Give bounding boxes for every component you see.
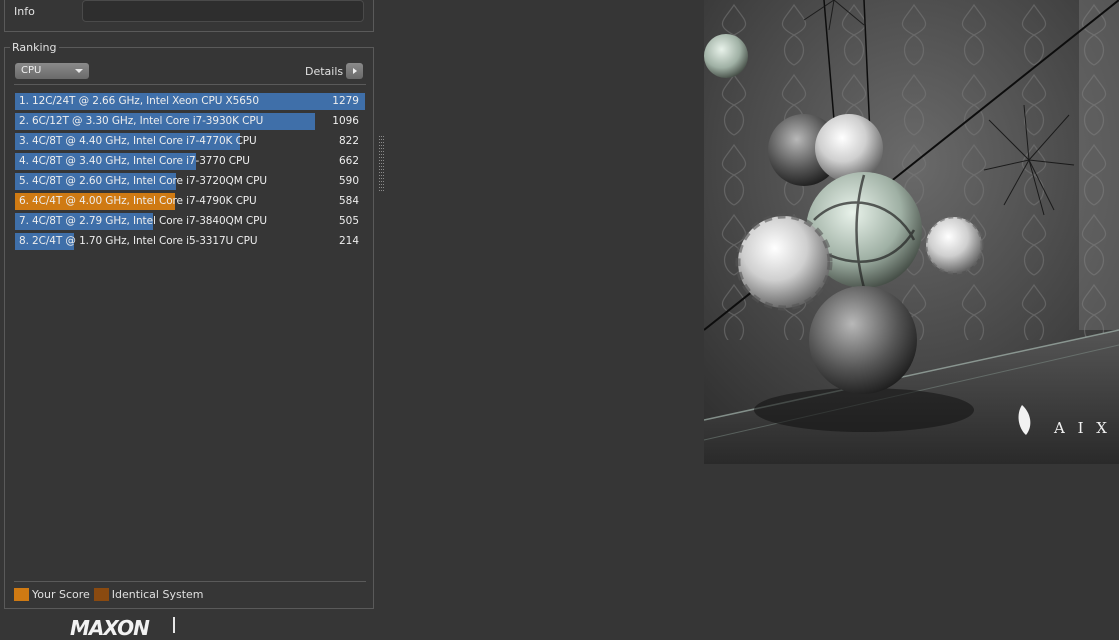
ranking-row-score: 822 xyxy=(338,135,359,147)
ranking-row-label: 3. 4C/8T @ 4.40 GHz, Intel Core i7-4770K… xyxy=(19,135,257,147)
ranking-row-label: 1. 12C/24T @ 2.66 GHz, Intel Xeon CPU X5… xyxy=(19,95,259,107)
divider xyxy=(14,84,366,85)
render-scene: A I X S xyxy=(704,0,1119,464)
logo-divider xyxy=(173,617,175,633)
ranking-row[interactable]: 2. 6C/12T @ 3.30 GHz, Intel Core i7-3930… xyxy=(15,112,365,132)
info-panel: Info xyxy=(4,0,374,32)
identical-system-legend-label: Identical System xyxy=(111,588,204,601)
ranking-row-score: 1096 xyxy=(332,115,359,127)
info-field[interactable] xyxy=(82,0,364,22)
ranking-type-selected: CPU xyxy=(21,65,42,76)
ranking-list: 1. 12C/24T @ 2.66 GHz, Intel Xeon CPU X5… xyxy=(15,92,365,252)
ranking-row[interactable]: 8. 2C/4T @ 1.70 GHz, Intel Core i5-3317U… xyxy=(15,232,365,252)
details-button[interactable] xyxy=(346,63,363,79)
ranking-row-score: 1279 xyxy=(332,95,359,107)
ranking-row-label: 8. 2C/4T @ 1.70 GHz, Intel Core i5-3317U… xyxy=(19,235,258,247)
ranking-panel: Ranking CPU Details 1. 12C/24T @ 2.66 GH… xyxy=(4,41,374,609)
panel-splitter-handle[interactable] xyxy=(378,136,386,194)
ranking-row-score: 214 xyxy=(338,235,359,247)
ranking-row[interactable]: 7. 4C/8T @ 2.79 GHz, Intel Core i7-3840Q… xyxy=(15,212,365,232)
ranking-row-label: 2. 6C/12T @ 3.30 GHz, Intel Core i7-3930… xyxy=(19,115,264,127)
ranking-type-dropdown[interactable]: CPU xyxy=(15,63,89,79)
ranking-row-label: 6. 4C/4T @ 4.00 GHz, Intel Core i7-4790K… xyxy=(19,195,257,207)
ranking-row-label: 4. 4C/8T @ 3.40 GHz, Intel Core i7-3770 … xyxy=(19,155,250,167)
identical-system-swatch xyxy=(93,588,109,601)
ranking-row-score: 590 xyxy=(338,175,359,187)
ranking-row-your-score[interactable]: 6. 4C/4T @ 4.00 GHz, Intel Core i7-4790K… xyxy=(15,192,365,212)
ranking-row-label: 5. 4C/8T @ 2.60 GHz, Intel Core i7-3720Q… xyxy=(19,175,267,187)
info-label: Info xyxy=(14,5,35,18)
ranking-row[interactable]: 1. 12C/24T @ 2.66 GHz, Intel Xeon CPU X5… xyxy=(15,92,365,112)
render-watermark: A I X S xyxy=(1053,419,1119,437)
ranking-row-score: 584 xyxy=(338,195,359,207)
maxon-logo: MAXON xyxy=(70,616,150,640)
divider xyxy=(14,581,366,582)
ranking-legend: Your Score Identical System xyxy=(14,588,204,601)
ranking-row[interactable]: 4. 4C/8T @ 3.40 GHz, Intel Core i7-3770 … xyxy=(15,152,365,172)
ranking-row-score: 662 xyxy=(338,155,359,167)
chevron-down-icon xyxy=(75,69,83,73)
ranking-row[interactable]: 5. 4C/8T @ 2.60 GHz, Intel Core i7-3720Q… xyxy=(15,172,365,192)
your-score-legend-label: Your Score xyxy=(32,588,90,601)
ranking-row-label: 7. 4C/8T @ 2.79 GHz, Intel Core i7-3840Q… xyxy=(19,215,267,227)
ranking-title: Ranking xyxy=(10,41,59,54)
ranking-row-score: 505 xyxy=(338,215,359,227)
your-score-swatch xyxy=(14,588,29,601)
render-preview-image: A I X S xyxy=(704,0,1119,464)
ranking-row[interactable]: 3. 4C/8T @ 4.40 GHz, Intel Core i7-4770K… xyxy=(15,132,365,152)
details-label: Details xyxy=(305,65,344,78)
